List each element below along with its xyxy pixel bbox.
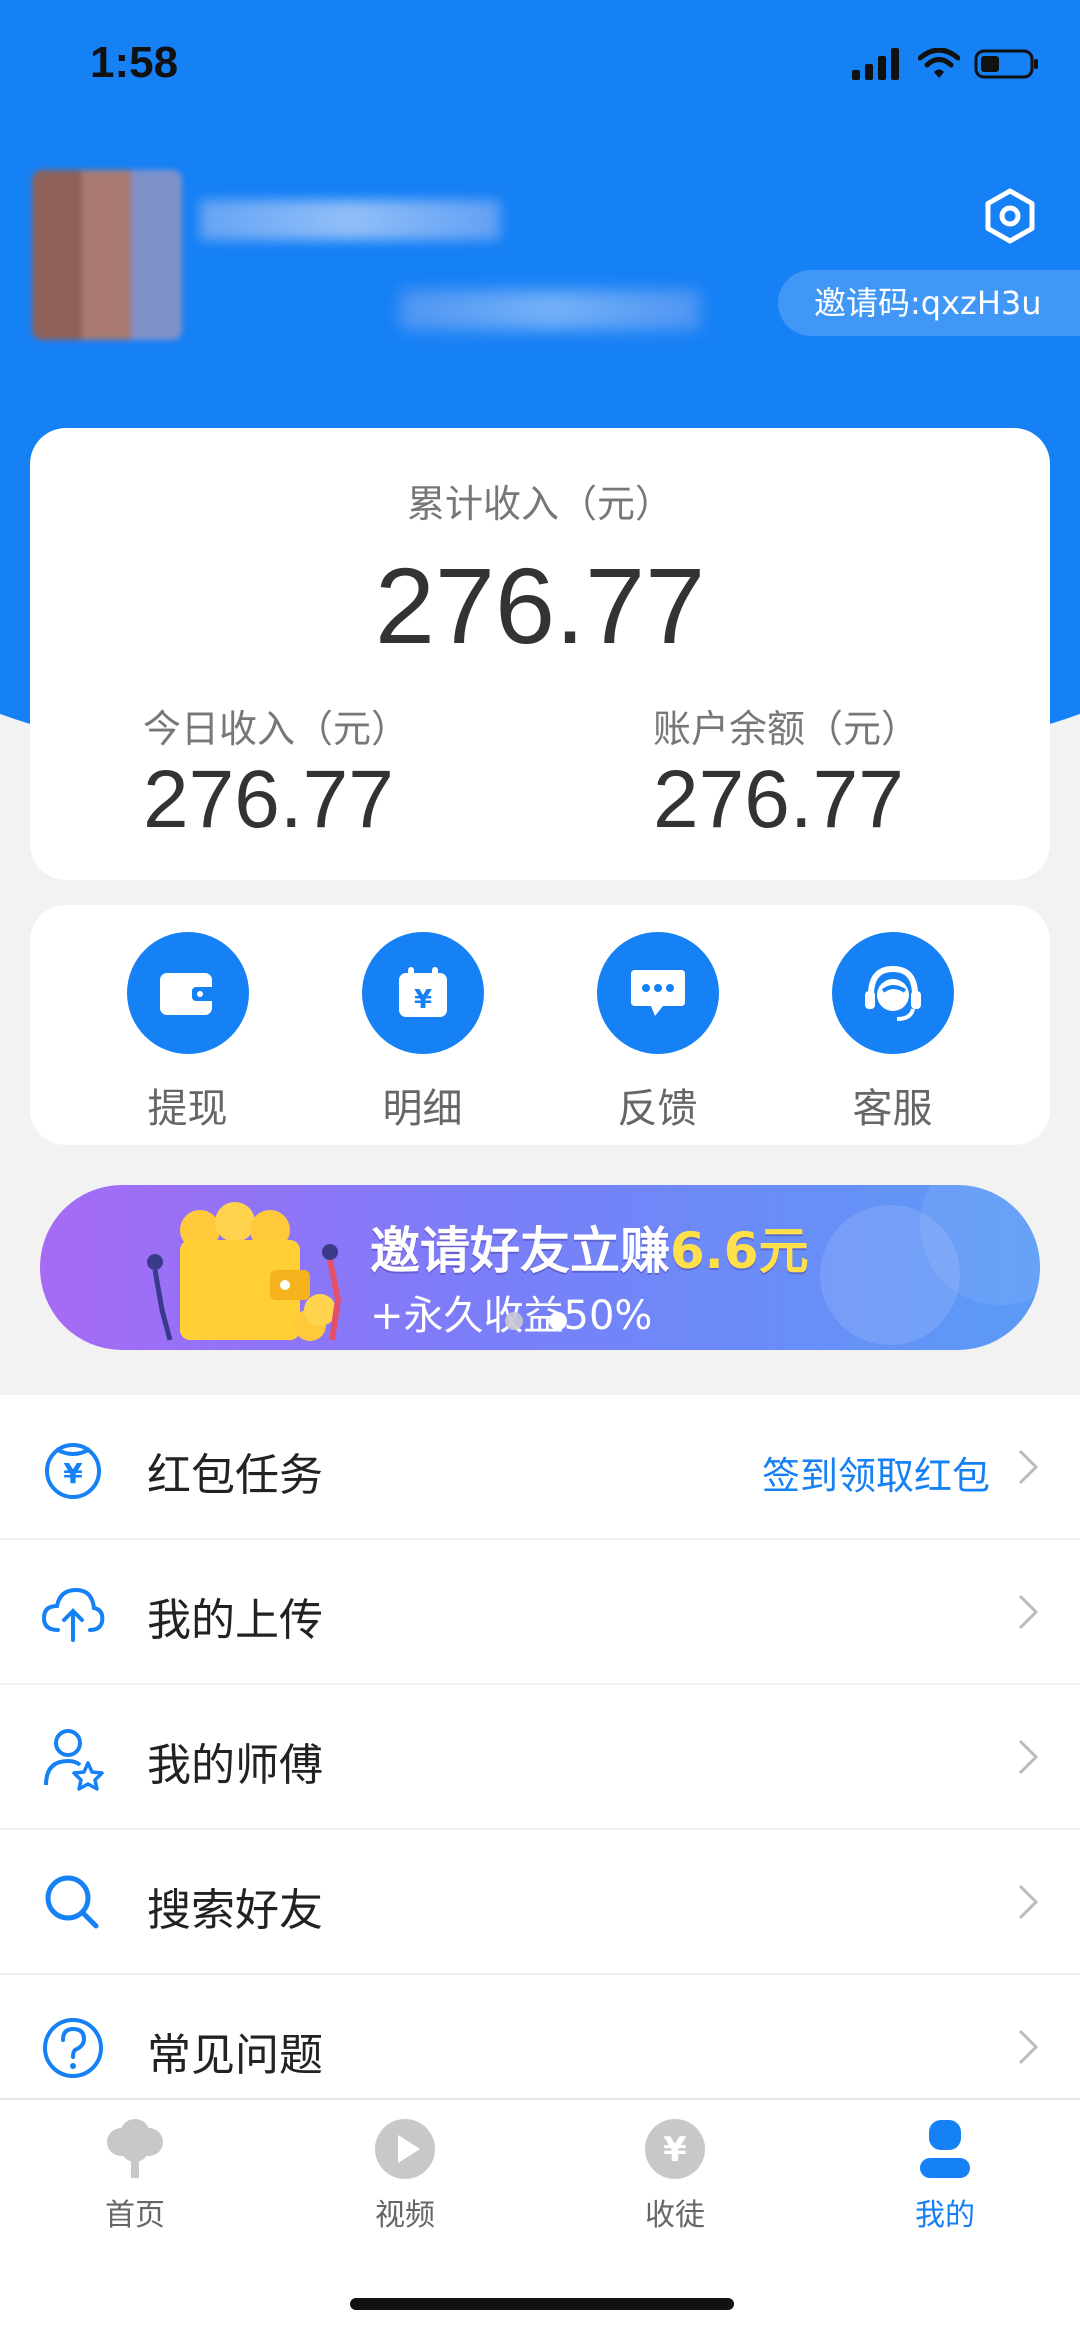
- menu-hint: 签到领取红包: [761, 1454, 990, 1498]
- banner-reward-amount: 6.6元: [670, 1222, 809, 1280]
- settings-icon[interactable]: [982, 188, 1038, 244]
- withdraw-label: 提现: [147, 1086, 228, 1132]
- nickname-redacted: [200, 200, 500, 240]
- chevron-right-icon: [1018, 1739, 1039, 1775]
- menu-label: 我的师傅: [147, 1740, 323, 1791]
- calendar-yen-icon: ¥: [398, 967, 447, 1017]
- chevron-right-icon: [1018, 1449, 1039, 1485]
- search-icon: [45, 1875, 99, 1929]
- user-id-redacted: [400, 290, 700, 330]
- chevron-right-icon: [1018, 1594, 1039, 1630]
- wifi-icon: [918, 48, 960, 78]
- total-income-value: 276.77: [374, 545, 706, 666]
- menu-item-my-master[interactable]: 我的师傅: [0, 1685, 1080, 1830]
- banner-headline: 邀请好友立赚6.6元: [370, 1211, 809, 1283]
- play-icon: [375, 2119, 435, 2179]
- tab-label: 视频: [375, 2198, 435, 2233]
- menu-item-my-uploads[interactable]: 我的上传: [0, 1540, 1080, 1685]
- pagination-dot[interactable]: [505, 1312, 523, 1330]
- withdraw-button[interactable]: 提现: [98, 905, 278, 1145]
- quick-actions: 提现 ¥ 明细 反馈 客服: [30, 905, 1050, 1145]
- details-label: 明细: [382, 1086, 463, 1132]
- customer-service-icon-circle: [831, 932, 954, 1054]
- today-income-label: 今日收入（元）: [143, 707, 410, 751]
- menu-label: 红包任务: [147, 1450, 323, 1501]
- cloud-upload-icon: [41, 1587, 105, 1642]
- chevron-right-icon: [1018, 2029, 1039, 2065]
- balance-value: 276.77: [653, 754, 904, 845]
- tab-label: 首页: [105, 2198, 165, 2233]
- feedback-button[interactable]: 反馈: [568, 905, 748, 1145]
- menu-label: 我的上传: [147, 1595, 323, 1646]
- svg-text:¥: ¥: [663, 2130, 687, 2170]
- wallet-icon: [159, 973, 216, 1015]
- invite-code-badge[interactable]: 邀请码:qxzH3u: [778, 270, 1080, 336]
- tab-label: 收徒: [645, 2198, 705, 2233]
- home-indicator[interactable]: [350, 2298, 734, 2310]
- customer-service-button[interactable]: 客服: [803, 905, 983, 1145]
- status-bar: 1:58: [0, 0, 1080, 130]
- tab-video[interactable]: 视频: [305, 2118, 505, 2234]
- status-icons: [852, 48, 1040, 80]
- status-time: 1:58: [90, 38, 179, 87]
- balance-label: 账户余额（元）: [653, 707, 920, 751]
- earnings-card: 累计收入（元） 276.77 今日收入（元） 276.77 账户余额（元） 27…: [30, 428, 1050, 880]
- menu-label: 常见问题: [147, 2030, 323, 2081]
- question-icon: [43, 2018, 103, 2078]
- tab-home[interactable]: 首页: [35, 2118, 235, 2234]
- tab-mine[interactable]: 我的: [845, 2118, 1045, 2234]
- withdraw-icon-circle: [126, 932, 249, 1054]
- person-icon: [920, 2120, 970, 2178]
- cellular-signal-icon: [852, 48, 899, 80]
- red-envelope-yen-icon: ¥: [45, 1443, 101, 1499]
- tab-label: 我的: [915, 2198, 975, 2233]
- feedback-icon-circle: [596, 932, 719, 1054]
- menu-item-red-envelope-tasks[interactable]: ¥ 红包任务 签到领取红包: [0, 1395, 1080, 1540]
- menu-label: 搜索好友: [147, 1885, 323, 1936]
- banner-headline-prefix: 邀请好友立赚: [370, 1222, 670, 1280]
- tab-recruit[interactable]: ¥ 收徒: [575, 2118, 775, 2234]
- svg-text:¥: ¥: [63, 1457, 83, 1490]
- profile-page: 1:58 邀请码:qxzH3u 累计收入（元） 276.77 今日收入（元） 2…: [0, 0, 1080, 2338]
- feedback-label: 反馈: [617, 1086, 698, 1132]
- total-income-label: 累计收入（元）: [406, 482, 673, 526]
- chevron-right-icon: [1018, 1884, 1039, 1920]
- svg-text:¥: ¥: [413, 985, 431, 1015]
- details-button[interactable]: ¥ 明细: [333, 905, 513, 1145]
- details-icon-circle: ¥: [361, 932, 484, 1054]
- battery-icon: [974, 49, 1038, 79]
- menu-list: ¥ 红包任务 签到领取红包 我的上传 我的师傅 搜索好友 常见问题: [0, 1395, 1080, 2120]
- chat-bubble-icon: [630, 970, 685, 1016]
- banner-pagination: [505, 1312, 567, 1330]
- tree-icon: [107, 2119, 163, 2178]
- user-star-icon: [44, 1729, 104, 1791]
- gold-wallet-illustration-icon: [147, 1202, 342, 1341]
- menu-item-search-friends[interactable]: 搜索好友: [0, 1830, 1080, 1975]
- yen-coin-icon: ¥: [645, 2119, 705, 2179]
- headset-icon: [864, 965, 921, 1021]
- avatar[interactable]: [32, 170, 182, 340]
- today-income-value: 276.77: [143, 754, 394, 845]
- pagination-dot-active[interactable]: [549, 1312, 567, 1330]
- customer-service-label: 客服: [852, 1086, 933, 1132]
